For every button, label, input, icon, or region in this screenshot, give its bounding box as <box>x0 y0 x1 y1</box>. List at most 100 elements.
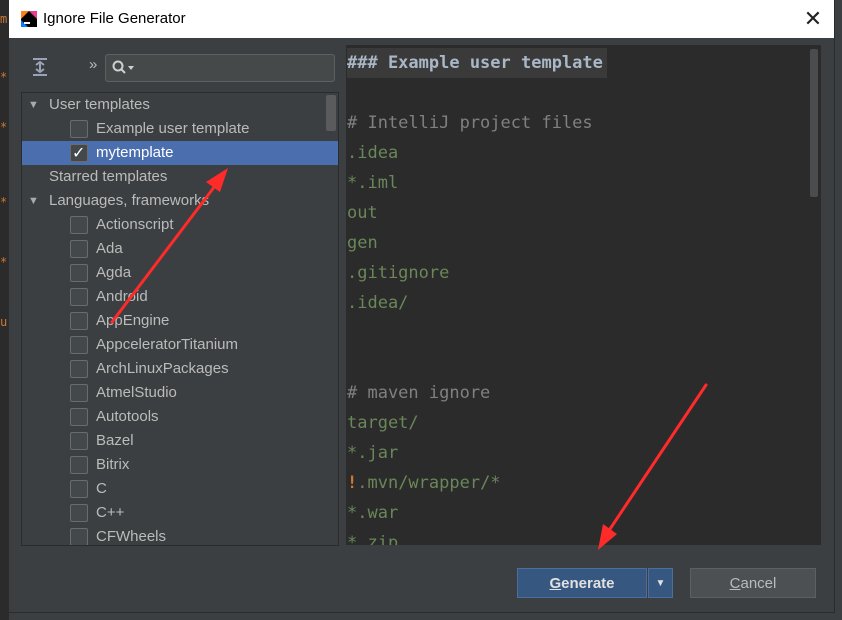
editor-line-text: .mvn/wrapper/* <box>357 473 501 493</box>
background-ide-strip: m * * * * u <box>0 0 9 620</box>
more-actions-button[interactable]: » <box>89 56 97 73</box>
tree-group-languages-frameworks[interactable]: ▼ Languages, frameworks <box>22 189 338 213</box>
checkbox-icon[interactable] <box>70 264 88 282</box>
editor-line: *.war <box>347 503 399 523</box>
tree-item-label: Example user template <box>96 120 250 137</box>
cancel-mnemonic: C <box>729 575 741 592</box>
tree-item[interactable]: AtmelStudio <box>22 381 338 405</box>
tree-item[interactable]: Ada <box>22 237 338 261</box>
tree-item[interactable]: AppceleratorTitanium <box>22 333 338 357</box>
checkbox-icon[interactable] <box>70 141 88 165</box>
background-ide-glyph: * <box>0 120 8 134</box>
tree-item-mytemplate[interactable]: mytemplate <box>22 141 338 165</box>
dialog-title: Ignore File Generator <box>43 10 186 27</box>
editor-scrollbar[interactable] <box>810 49 818 197</box>
tree-toolbar: » <box>21 52 337 84</box>
checkbox-icon[interactable] <box>70 504 88 522</box>
tree-item-label: Actionscript <box>96 216 174 233</box>
tree-item-example-user-template[interactable]: Example user template <box>22 117 338 141</box>
expand-all-icon[interactable] <box>29 56 51 78</box>
tree-item[interactable]: Bitrix <box>22 453 338 477</box>
app-icon <box>21 11 37 27</box>
checkbox-icon[interactable] <box>70 336 88 354</box>
checkbox-icon[interactable] <box>70 456 88 474</box>
tree-item-label: Ada <box>96 240 123 257</box>
editor-line-comment: # maven ignore <box>347 383 491 403</box>
editor-line: target/ <box>347 413 419 433</box>
checkbox-icon[interactable] <box>70 240 88 258</box>
editor-line: *.jar <box>347 443 399 463</box>
editor-line-negated: !.mvn/wrapper/* <box>347 468 501 498</box>
checkbox-icon[interactable] <box>70 480 88 498</box>
tree-item[interactable]: AppEngine <box>22 309 338 333</box>
editor-line: *.iml <box>347 173 399 193</box>
background-ide-glyph: u <box>0 315 8 329</box>
generate-dropdown-button[interactable]: ▼ <box>648 568 673 598</box>
editor-line: .idea/ <box>347 293 409 313</box>
background-ide-glyph: m <box>0 12 8 26</box>
background-ide-glyph: * <box>0 255 8 269</box>
tree-group-starred-templates[interactable]: Starred templates <box>22 165 338 189</box>
tree-item-label: Autotools <box>96 408 159 425</box>
tree-item-label: ArchLinuxPackages <box>96 360 229 377</box>
tree-item-label: AppEngine <box>96 312 170 329</box>
search-input[interactable] <box>138 58 332 80</box>
negation-mark: ! <box>347 473 358 493</box>
tree-item[interactable]: Bazel <box>22 429 338 453</box>
checkbox-icon[interactable] <box>70 120 88 138</box>
editor-line: gen <box>347 233 378 253</box>
cancel-label: ancel <box>740 575 777 592</box>
tree-item-label: AppceleratorTitanium <box>96 336 239 353</box>
tree-item-label: CFWheels <box>96 528 167 545</box>
tree-item-label: C <box>96 480 107 497</box>
search-icon[interactable] <box>112 60 136 76</box>
checkbox-icon[interactable] <box>70 528 88 545</box>
search-field[interactable] <box>105 54 335 82</box>
checkbox-icon[interactable] <box>70 288 88 306</box>
tree-item[interactable]: C <box>22 477 338 501</box>
background-ide-glyph: * <box>0 70 8 84</box>
editor-line: *.zip <box>347 533 399 545</box>
ignore-file-generator-dialog: Ignore File Generator ✕ » ▼ User templat… <box>9 0 835 613</box>
editor-line-heading: ### Example user template <box>347 48 607 78</box>
checkbox-icon[interactable] <box>70 360 88 378</box>
checkbox-icon[interactable] <box>70 408 88 426</box>
checkbox-icon[interactable] <box>70 384 88 402</box>
editor-line: .idea <box>347 143 399 163</box>
tree-item[interactable]: C++ <box>22 501 338 525</box>
tree-item-label: Bitrix <box>96 456 130 473</box>
cancel-button[interactable]: Cancel <box>690 568 816 598</box>
tree-item-label: AtmelStudio <box>96 384 177 401</box>
tree-item[interactable]: CFWheels <box>22 525 338 545</box>
template-preview-editor[interactable]: ### Example user template # IntelliJ pro… <box>346 45 821 545</box>
tree-item[interactable]: ArchLinuxPackages <box>22 357 338 381</box>
tree-group-label: Starred templates <box>49 168 168 185</box>
chevron-down-icon[interactable]: ▼ <box>28 93 39 117</box>
editor-line-comment: # IntelliJ project files <box>347 113 593 133</box>
template-tree[interactable]: ▼ User templates Example user template m… <box>21 92 339 546</box>
checkbox-icon[interactable] <box>70 312 88 330</box>
tree-item-label: Bazel <box>96 432 134 449</box>
editor-line: out <box>347 203 378 223</box>
editor-line: .gitignore <box>347 263 450 283</box>
generate-button-group: Generate ▼ <box>517 568 673 598</box>
title-bar[interactable]: Ignore File Generator ✕ <box>9 0 834 38</box>
close-icon[interactable]: ✕ <box>798 4 828 34</box>
background-ide-glyph: * <box>0 195 8 209</box>
tree-group-label: User templates <box>49 96 150 113</box>
tree-item-label: C++ <box>96 504 125 521</box>
tree-item[interactable]: Android <box>22 285 338 309</box>
generate-label: enerate <box>561 575 615 592</box>
tree-group-user-templates[interactable]: ▼ User templates <box>22 93 338 117</box>
tree-item-label: mytemplate <box>96 144 174 161</box>
checkbox-icon[interactable] <box>70 216 88 234</box>
tree-scrollbar[interactable] <box>326 95 336 131</box>
checkbox-icon[interactable] <box>70 432 88 450</box>
tree-group-label: Languages, frameworks <box>49 192 210 209</box>
tree-item[interactable]: Agda <box>22 261 338 285</box>
tree-item[interactable]: Actionscript <box>22 213 338 237</box>
generate-button[interactable]: Generate <box>517 568 647 598</box>
tree-item[interactable]: Autotools <box>22 405 338 429</box>
tree-item-label: Agda <box>96 264 132 281</box>
chevron-down-icon[interactable]: ▼ <box>28 189 39 213</box>
